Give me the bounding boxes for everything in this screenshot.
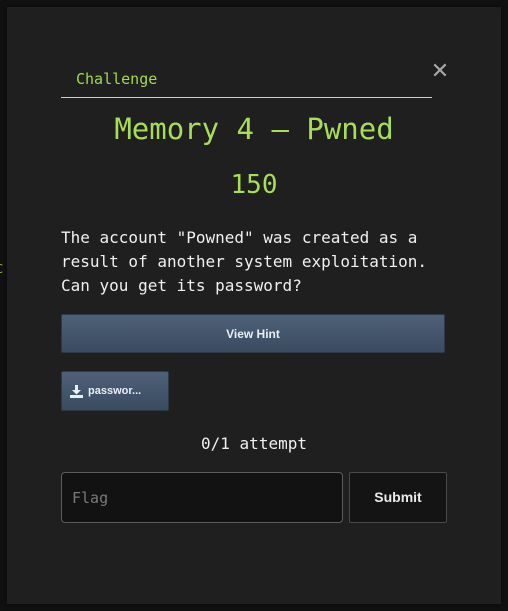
background-partial-text: C bbox=[0, 262, 3, 276]
tab-challenge[interactable]: Challenge bbox=[76, 70, 157, 88]
close-icon[interactable]: ✕ bbox=[429, 61, 451, 83]
challenge-points: 150 bbox=[230, 170, 278, 200]
download-icon bbox=[70, 384, 83, 398]
view-hint-button[interactable]: View Hint bbox=[61, 314, 445, 353]
flag-input[interactable] bbox=[61, 472, 343, 523]
attempts-counter: 0/1 attempt bbox=[201, 434, 307, 453]
challenge-title: Memory 4 – Pwned bbox=[114, 112, 394, 146]
file-download-button[interactable]: passwor... bbox=[61, 371, 169, 411]
challenge-description: The account "Powned" was created as a re… bbox=[61, 228, 428, 295]
tab-underline bbox=[61, 97, 432, 98]
file-name-label: passwor... bbox=[88, 385, 142, 397]
challenge-modal: Challenge ✕ Memory 4 – Pwned 150 The acc… bbox=[7, 7, 501, 604]
submit-button[interactable]: Submit bbox=[349, 472, 447, 523]
